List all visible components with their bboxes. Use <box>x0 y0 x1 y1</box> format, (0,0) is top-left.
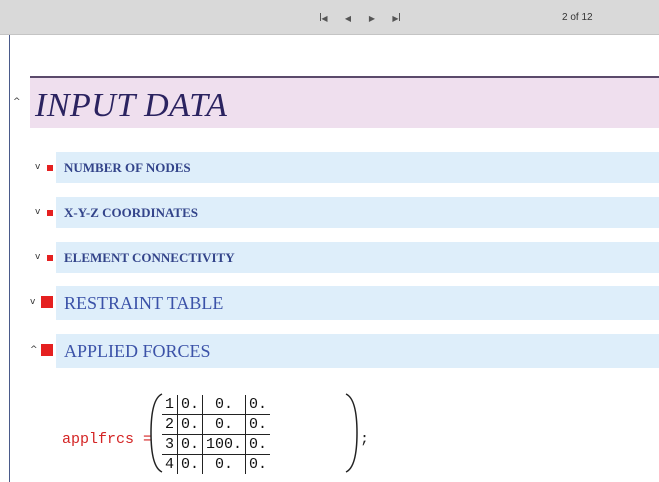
title-collapse-toggle[interactable]: ^ <box>13 98 21 107</box>
section-number-of-nodes[interactable]: NUMBER OF NODES <box>56 152 659 183</box>
matrix-cell: 0. <box>177 414 203 435</box>
notebook-cell-bracket <box>9 35 10 482</box>
right-bracket <box>345 393 358 473</box>
matrix-cell: 0. <box>245 434 271 455</box>
next-page-icon: ▶ <box>368 13 376 23</box>
section-toggle-number-of-nodes[interactable]: v <box>35 163 40 172</box>
matrix-row: 2 0. 0. 0. <box>162 414 271 435</box>
matrix-cell: 0. <box>245 414 271 435</box>
section-label: RESTRAINT TABLE <box>64 293 224 313</box>
matrix-cell: 4 <box>162 454 178 474</box>
matrix-cell: 0. <box>177 454 203 474</box>
section-marker <box>41 296 53 308</box>
section-toggle-restraint-table[interactable]: v <box>30 298 35 307</box>
section-element-connectivity[interactable]: ELEMENT CONNECTIVITY <box>56 242 659 273</box>
section-label: NUMBER OF NODES <box>64 160 191 175</box>
matrix-cell: 2 <box>162 414 178 435</box>
statement-terminator: ; <box>360 431 370 448</box>
next-page-button[interactable]: ▶ <box>360 9 384 27</box>
page-title: INPUT DATA <box>35 87 228 124</box>
previous-page-icon: ◀ <box>344 13 352 23</box>
section-toggle-connectivity[interactable]: v <box>35 253 40 262</box>
section-marker <box>41 344 53 356</box>
matrix-row: 4 0. 0. 0. <box>162 454 271 474</box>
section-applied-forces[interactable]: APPLIED FORCES <box>56 334 659 368</box>
title-cell: INPUT DATA <box>30 78 659 128</box>
matrix-cell: 1 <box>165 396 175 413</box>
page-counter: 2 of 12 <box>562 12 593 23</box>
last-page-icon: ▶ <box>392 13 400 23</box>
section-toggle-applied-forces[interactable]: ^ <box>30 346 38 355</box>
section-marker <box>47 210 53 216</box>
previous-page-button[interactable]: ◀ <box>336 9 360 27</box>
first-page-icon: ◀ <box>320 13 328 23</box>
matrix-cell: 100. <box>202 434 246 455</box>
matrix-cell: 0. <box>177 434 203 455</box>
section-label: ELEMENT CONNECTIVITY <box>64 250 235 265</box>
matrix-cell: 0. <box>177 395 203 415</box>
force-matrix: 1 0. 0. 0. 2 0. 0. 0. 3 0. 100. 0. 4 0. … <box>162 395 271 474</box>
matrix-cell: 0. <box>202 414 246 435</box>
matrix-row: 1 0. 0. 0. <box>162 395 271 415</box>
matrix-cell: 0. <box>202 395 246 415</box>
matrix-cell: 0. <box>245 395 271 415</box>
page-navigation-buttons: ◀ ◀ ▶ ▶ <box>312 9 408 27</box>
matrix-cell: 0. <box>245 454 271 474</box>
last-page-button[interactable]: ▶ <box>384 9 408 27</box>
section-xyz-coordinates[interactable]: X-Y-Z COORDINATES <box>56 197 659 228</box>
first-page-button[interactable]: ◀ <box>312 9 336 27</box>
matrix-row: 3 0. 100. 0. <box>162 434 271 455</box>
section-marker <box>47 165 53 171</box>
section-marker <box>47 255 53 261</box>
matrix-cell: 3 <box>162 434 178 455</box>
navigation-toolbar: ◀ ◀ ▶ ▶ 2 of 12 <box>0 0 659 35</box>
section-label: X-Y-Z COORDINATES <box>64 205 198 220</box>
section-label: APPLIED FORCES <box>64 341 211 361</box>
section-toggle-coordinates[interactable]: v <box>35 208 40 217</box>
variable-name: applfrcs <box>62 431 135 448</box>
section-restraint-table[interactable]: RESTRAINT TABLE <box>56 286 659 320</box>
matrix-cell: 0. <box>202 454 246 474</box>
